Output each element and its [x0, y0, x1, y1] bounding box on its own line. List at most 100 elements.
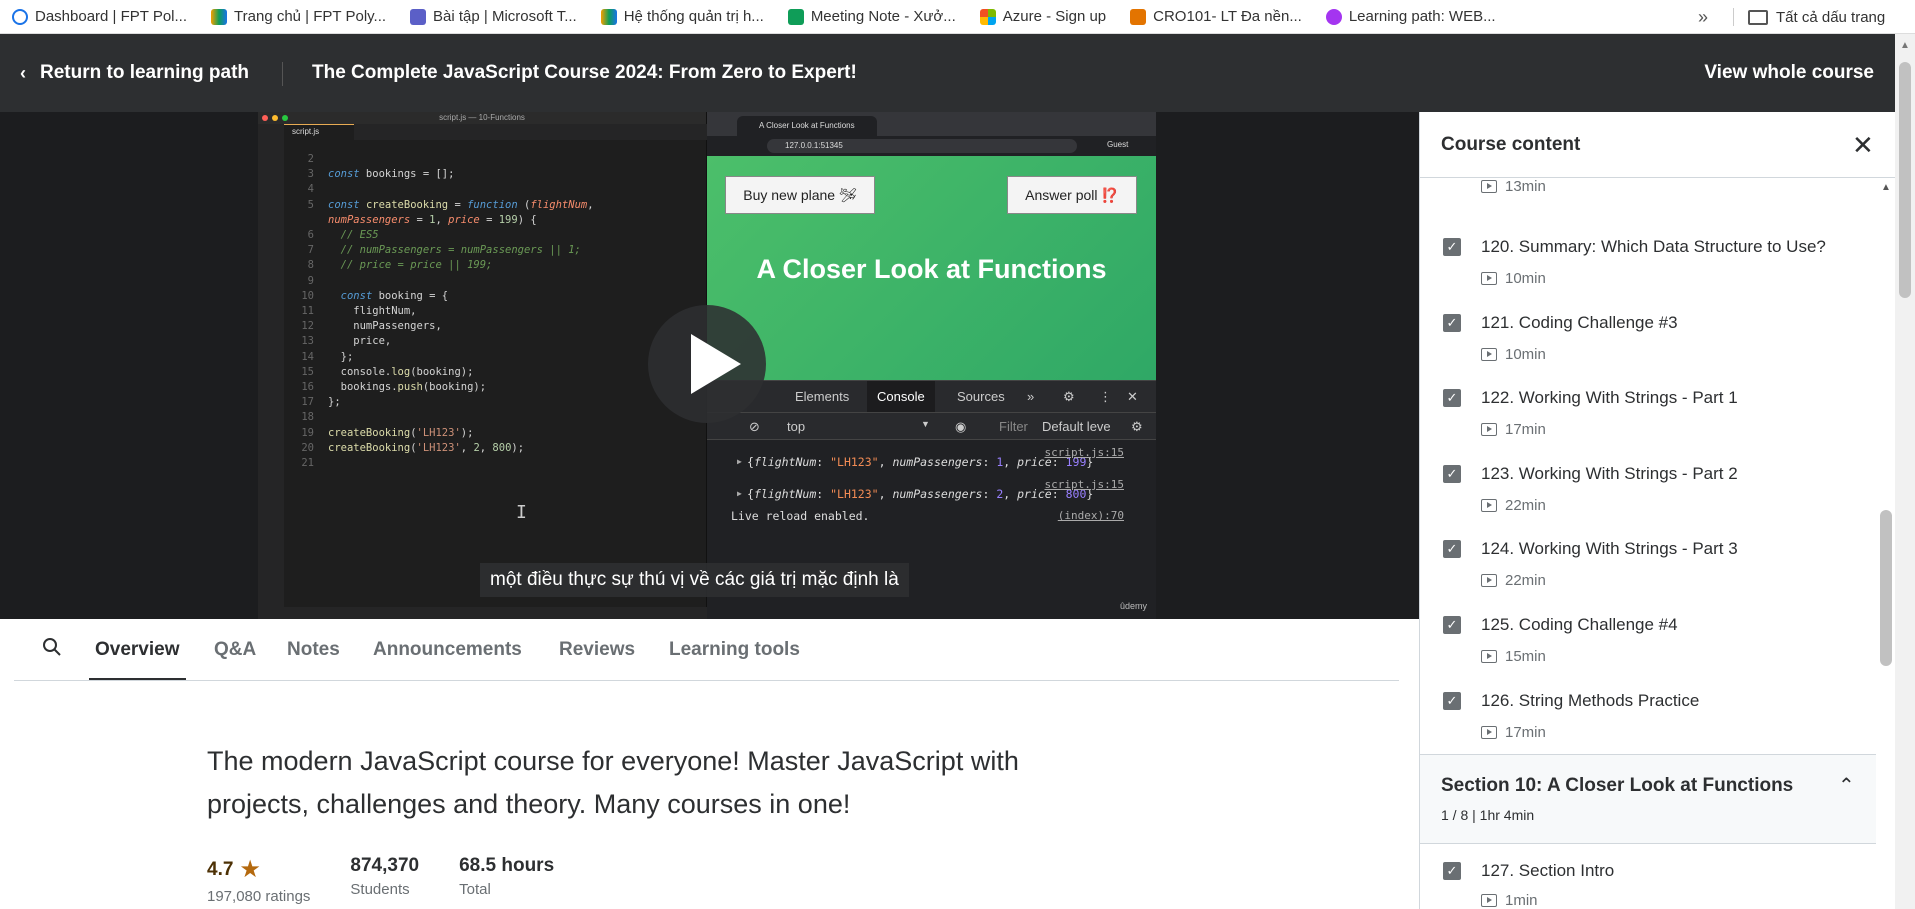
all-bookmarks[interactable]: Tất cả dấu trang — [1748, 0, 1885, 34]
tab-overview[interactable]: Overview — [89, 639, 185, 680]
section-header[interactable]: Section 10: A Closer Look at Functions 1… — [1420, 754, 1876, 844]
browser-tabstrip: A Closer Look at Functions — [707, 112, 1156, 136]
eye-icon: ◉ — [955, 419, 967, 434]
tab-announcements[interactable]: Announcements — [373, 639, 522, 661]
star-icon: ★ — [239, 856, 261, 883]
video-editor-frame: script.js — 10-Functions script.js 2 3 co… — [258, 112, 707, 619]
bookmark-1-icon — [211, 8, 228, 25]
bookmark-6-icon — [1130, 8, 1147, 25]
clear-console-icon: ⊘ — [749, 419, 760, 434]
editor-titlebar: script.js — 10-Functions — [258, 112, 706, 124]
course-description: The modern JavaScript course for everyon… — [207, 746, 1019, 819]
teams-icon — [410, 8, 427, 25]
bookmark-3-icon — [600, 8, 617, 25]
bookmark-7[interactable]: Learning path: WEB... — [1314, 0, 1508, 34]
return-to-learning-path-link[interactable]: ‹ Return to learning path — [20, 34, 249, 112]
video-icon — [1481, 348, 1497, 361]
microsoft-icon — [979, 8, 996, 25]
checkbox-checked[interactable]: ✓ — [1443, 314, 1461, 332]
bookmark-3[interactable]: Hệ thống quản trị h... — [589, 0, 776, 34]
lecture-item[interactable]: ✓ 121. Coding Challenge #3 10min — [1420, 306, 1876, 382]
view-whole-course-link[interactable]: View whole course — [1704, 34, 1874, 112]
lecture-item[interactable]: ✓ 123. Working With Strings - Part 2 22min — [1420, 457, 1876, 533]
bookmark-0-icon — [12, 8, 28, 25]
tab-notes[interactable]: Notes — [287, 639, 340, 661]
sidebar-scrollbar-thumb[interactable] — [1880, 510, 1892, 666]
sheets-icon — [787, 8, 804, 25]
devtools-more-icon: » — [1027, 389, 1035, 404]
lecture-item[interactable]: ✓ 127. Section Intro 1min — [1420, 854, 1876, 909]
editor-activity-bar — [258, 124, 284, 619]
course-content-sidebar: Course content ✕ 13min ✓ 120. Summary: Wh… — [1419, 112, 1895, 909]
video-caption: một điều thực sự thú vị về các giá trị m… — [480, 563, 909, 597]
close-icon[interactable]: ✕ — [1852, 130, 1874, 161]
lecture-item[interactable]: ✓ 126. String Methods Practice 17min — [1420, 684, 1876, 760]
page-scrollbar-thumb[interactable] — [1899, 62, 1911, 298]
course-tabs: Overview Q&A Notes Announcements Reviews… — [14, 619, 1399, 681]
checkbox-checked[interactable]: ✓ — [1443, 862, 1461, 880]
window-controls — [262, 115, 288, 121]
checkbox-checked[interactable]: ✓ — [1443, 540, 1461, 558]
text-cursor-icon: I — [516, 502, 527, 523]
lecture-item[interactable]: ✓ 120. Summary: Which Data Structure to U… — [1420, 230, 1876, 306]
video-player[interactable]: script.js — 10-Functions script.js 2 3 co… — [0, 112, 1419, 619]
devtools-menu-icon: ⋮ — [1099, 389, 1112, 404]
udemy-watermark: ûdemy — [1120, 601, 1148, 611]
editor-statusbar — [258, 607, 707, 619]
devtools-close-icon: ✕ — [1127, 389, 1138, 404]
scroll-up-icon[interactable]: ▲ — [1881, 182, 1891, 193]
bookmarks-overflow-icon[interactable]: » — [1698, 0, 1708, 34]
bookmarks-divider — [1733, 8, 1734, 26]
devtools-tab-sources: Sources — [957, 389, 1005, 404]
lecture-item[interactable]: ✓ 124. Working With Strings - Part 3 22min — [1420, 532, 1876, 608]
bookmark-6[interactable]: CRO101- LT Đa nền... — [1118, 0, 1314, 34]
context-select: top — [787, 419, 806, 434]
editor-tab: script.js — [284, 124, 354, 140]
checkbox-checked[interactable]: ✓ — [1443, 616, 1461, 634]
section-title: Section 10: A Closer Look at Functions — [1441, 775, 1794, 796]
search-icon[interactable] — [42, 637, 62, 657]
console-row: script.js:15 ▶ {flightNum: "LH123", numP… — [707, 478, 1156, 505]
lecture-item[interactable]: 13min — [1420, 164, 1876, 214]
demo-page-heading: A Closer Look at Functions — [756, 254, 1107, 284]
play-button[interactable] — [648, 305, 766, 423]
tab-qa[interactable]: Q&A — [214, 639, 256, 661]
tab-learning-tools[interactable]: Learning tools — [669, 639, 800, 661]
devtools-tab-elements: Elements — [795, 389, 850, 404]
browser-url: 127.0.0.1:51345 — [767, 139, 1077, 153]
students-stat: 874,370 Students — [350, 855, 420, 898]
browser-tab: A Closer Look at Functions — [737, 116, 877, 136]
bookmark-0[interactable]: Dashboard | FPT Pol... — [0, 0, 199, 34]
video-icon — [1481, 272, 1497, 285]
tab-reviews[interactable]: Reviews — [559, 639, 635, 661]
udemy-icon — [1325, 8, 1342, 25]
buy-new-plane-button: Buy new plane 🛩 — [725, 176, 875, 214]
log-levels: Default leve — [1042, 419, 1111, 434]
browser-toolbar: 127.0.0.1:51345 Guest — [707, 136, 1156, 156]
console-settings-icon: ⚙ — [1131, 419, 1143, 434]
rating-stat: 4.7 ★ 197,080 ratings — [207, 856, 311, 905]
bookmark-4[interactable]: Meeting Note - Xưở... — [776, 0, 968, 34]
video-browser-frame: A Closer Look at Functions 127.0.0.1:513… — [707, 112, 1156, 619]
console-row: script.js:15 ▶ {flightNum: "LH123", numP… — [707, 446, 1156, 473]
scroll-up-icon[interactable]: ▲ — [1900, 40, 1910, 51]
page-scrollbar[interactable]: ▲ — [1895, 34, 1915, 909]
bookmark-5[interactable]: Azure - Sign up — [968, 0, 1118, 34]
folder-icon — [1748, 9, 1768, 25]
header-divider — [282, 62, 283, 86]
section-meta: 1 / 8 | 1hr 4min — [1441, 807, 1535, 823]
checkbox-checked[interactable]: ✓ — [1443, 465, 1461, 483]
video-icon — [1481, 574, 1497, 587]
checkbox-checked[interactable]: ✓ — [1443, 389, 1461, 407]
checkbox-checked[interactable]: ✓ — [1443, 692, 1461, 710]
chevron-up-icon[interactable]: ⌃ — [1838, 773, 1855, 798]
sidebar-scrollbar[interactable]: ▲ — [1876, 178, 1895, 909]
bookmark-1[interactable]: Trang chủ | FPT Poly... — [199, 0, 398, 34]
checkbox-checked[interactable]: ✓ — [1443, 238, 1461, 256]
devtools-tabbar: Elements Console Sources » ⚙ ⋮ ✕ — [707, 380, 1156, 413]
video-icon — [1481, 650, 1497, 663]
bookmark-2[interactable]: Bài tập | Microsoft T... — [398, 0, 589, 34]
lecture-item[interactable]: ✓ 125. Coding Challenge #4 15min — [1420, 608, 1876, 684]
video-icon — [1481, 726, 1497, 739]
lecture-item[interactable]: ✓ 122. Working With Strings - Part 1 17min — [1420, 381, 1876, 457]
